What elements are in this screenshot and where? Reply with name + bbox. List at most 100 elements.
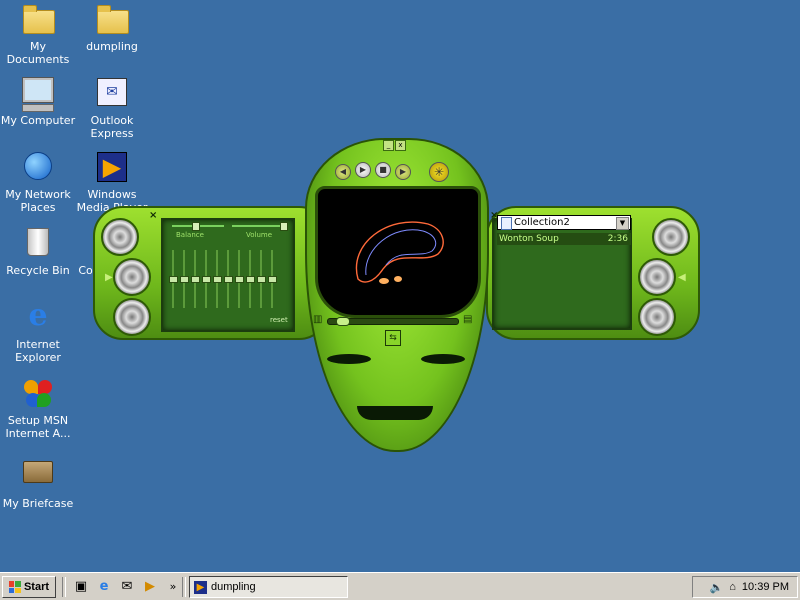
desktop-icon-my-documents[interactable]: My Documents xyxy=(0,4,76,66)
msn-butterfly-icon xyxy=(21,378,55,412)
visualization-graphic xyxy=(355,221,444,284)
desktop-icon-my-briefcase[interactable]: My Briefcase xyxy=(0,453,76,510)
desktop-icon-my-computer[interactable]: My Computer xyxy=(0,77,76,127)
outlook-express-icon: ✉ xyxy=(95,78,129,112)
eq-band-slider[interactable] xyxy=(213,250,222,308)
icon-label: My Briefcase xyxy=(2,497,74,510)
speaker-icon xyxy=(113,258,151,296)
eq-band-knob[interactable] xyxy=(213,276,222,283)
network-icon[interactable]: ⌂ xyxy=(729,581,736,593)
quicklaunch-overflow-chevron[interactable]: » xyxy=(164,578,182,596)
dropdown-arrow-icon[interactable]: ▼ xyxy=(616,217,629,230)
computer-icon xyxy=(21,77,55,112)
eq-band-knob[interactable] xyxy=(268,276,277,283)
desktop-icon-internet-explorer[interactable]: e Internet Explorer xyxy=(0,298,76,365)
expand-arrow-icon[interactable]: ▶ xyxy=(105,272,113,283)
recycle-bin-icon xyxy=(21,228,55,262)
play-icon[interactable]: ▶ xyxy=(355,162,371,178)
eq-band-slider[interactable] xyxy=(246,250,255,308)
folder-documents-icon xyxy=(21,4,55,38)
system-tray: 🔈 ⌂ 10:39 PM xyxy=(692,576,798,598)
eq-band-slider[interactable] xyxy=(191,250,200,308)
icon-label: My Network Places xyxy=(5,188,71,214)
eq-band-slider[interactable] xyxy=(235,250,244,308)
desktop-icon-outlook-express[interactable]: ✉ Outlook Express xyxy=(74,78,150,140)
previous-icon[interactable]: ◀ xyxy=(335,164,351,180)
playlist-item-duration: 2:36 xyxy=(607,234,628,244)
eq-band-slider[interactable] xyxy=(257,250,266,308)
playlist-toggle-icon[interactable]: ▤ xyxy=(463,314,472,325)
start-label: Start xyxy=(23,581,50,593)
minimize-button[interactable]: _ xyxy=(383,140,394,151)
speaker-icon xyxy=(638,258,676,296)
eq-band-knob[interactable] xyxy=(202,276,211,283)
start-button[interactable]: Start xyxy=(2,576,56,598)
task-title: dumpling xyxy=(211,581,256,593)
eq-band-slider[interactable] xyxy=(224,250,233,308)
eq-close-button[interactable]: × xyxy=(149,210,157,221)
volume-icon[interactable]: 🔈 xyxy=(710,581,724,594)
icon-label: dumpling xyxy=(86,40,138,53)
taskbar-separator xyxy=(62,577,66,597)
collapse-arrow-icon[interactable]: ◀ xyxy=(678,272,686,283)
folder-icon xyxy=(95,4,129,38)
visualization-screen xyxy=(315,186,481,318)
media-player-icon: ▶ xyxy=(194,580,207,594)
desktop-icon-recycle-bin[interactable]: Recycle Bin xyxy=(0,228,76,277)
media-player-quicklaunch-icon[interactable]: ▶ xyxy=(141,578,159,596)
face-eye-right xyxy=(421,354,465,364)
eq-band-slider[interactable] xyxy=(169,250,178,308)
collection-selected: Collection2 xyxy=(514,217,570,228)
options-star-icon[interactable]: ✳ xyxy=(429,162,449,182)
close-button[interactable]: x xyxy=(395,140,406,151)
face-eye-left xyxy=(327,354,371,364)
eq-band-slider[interactable] xyxy=(180,250,189,308)
volume-knob[interactable] xyxy=(280,222,288,231)
balance-label: Balance xyxy=(176,231,204,239)
eq-band-knob[interactable] xyxy=(257,276,266,283)
taskbar-separator xyxy=(182,577,186,597)
eq-band-knob[interactable] xyxy=(180,276,189,283)
eq-band-knob[interactable] xyxy=(235,276,244,283)
eq-band-knob[interactable] xyxy=(169,276,178,283)
eq-band-knob[interactable] xyxy=(191,276,200,283)
speaker-icon xyxy=(638,298,676,336)
speaker-icon xyxy=(652,218,690,256)
internet-explorer-quicklaunch-icon[interactable]: e xyxy=(95,578,113,596)
speaker-icon xyxy=(113,298,151,336)
eq-band-knob[interactable] xyxy=(224,276,233,283)
icon-label: My Computer xyxy=(0,114,76,127)
icon-label: Setup MSN Internet A... xyxy=(5,414,71,440)
mode-switch-icon[interactable]: ⇆ xyxy=(385,330,401,346)
briefcase-icon xyxy=(21,461,55,495)
icon-label: Recycle Bin xyxy=(6,264,70,277)
balance-knob[interactable] xyxy=(192,222,200,231)
internet-explorer-icon: e xyxy=(28,298,48,333)
volume-slider[interactable] xyxy=(232,225,286,227)
speaker-icon xyxy=(101,218,139,256)
eq-band-slider[interactable] xyxy=(268,250,277,308)
show-desktop-icon[interactable]: ▣ xyxy=(72,578,90,596)
equalizer-toggle-icon[interactable]: ▥ xyxy=(313,314,322,325)
collection-dropdown[interactable]: Collection2 ▼ xyxy=(497,215,631,230)
seek-thumb[interactable] xyxy=(336,317,350,326)
eq-band-knob[interactable] xyxy=(246,276,255,283)
stop-icon[interactable]: ■ xyxy=(375,162,391,178)
volume-label: Volume xyxy=(246,231,273,239)
icon-label: Internet Explorer xyxy=(15,338,61,364)
outlook-quicklaunch-icon[interactable]: ✉ xyxy=(118,578,136,596)
desktop-icon-setup-msn[interactable]: Setup MSN Internet A... xyxy=(0,378,76,440)
desktop: My Documents My Computer My Network Plac… xyxy=(0,0,800,572)
desktop-icon-dumpling[interactable]: dumpling xyxy=(74,4,150,53)
eq-band-slider[interactable] xyxy=(202,250,211,308)
eq-reset-button[interactable]: reset xyxy=(270,316,288,324)
taskbar-button-dumpling[interactable]: ▶ dumpling xyxy=(189,576,348,598)
clock: 10:39 PM xyxy=(741,581,789,593)
seek-bar[interactable] xyxy=(327,317,459,326)
next-icon[interactable]: ▶ xyxy=(395,164,411,180)
desktop-icon-network-places[interactable]: My Network Places xyxy=(0,152,76,214)
icon-label: Outlook Express xyxy=(90,114,134,140)
icon-label: My Documents xyxy=(6,40,70,66)
taskbar: Start ▣ e ✉ ▶ » ▶ dumpling 🔈 ⌂ 10:39 PM xyxy=(0,572,800,600)
playlist-row[interactable]: Wonton Soup 2:36 xyxy=(497,233,631,245)
